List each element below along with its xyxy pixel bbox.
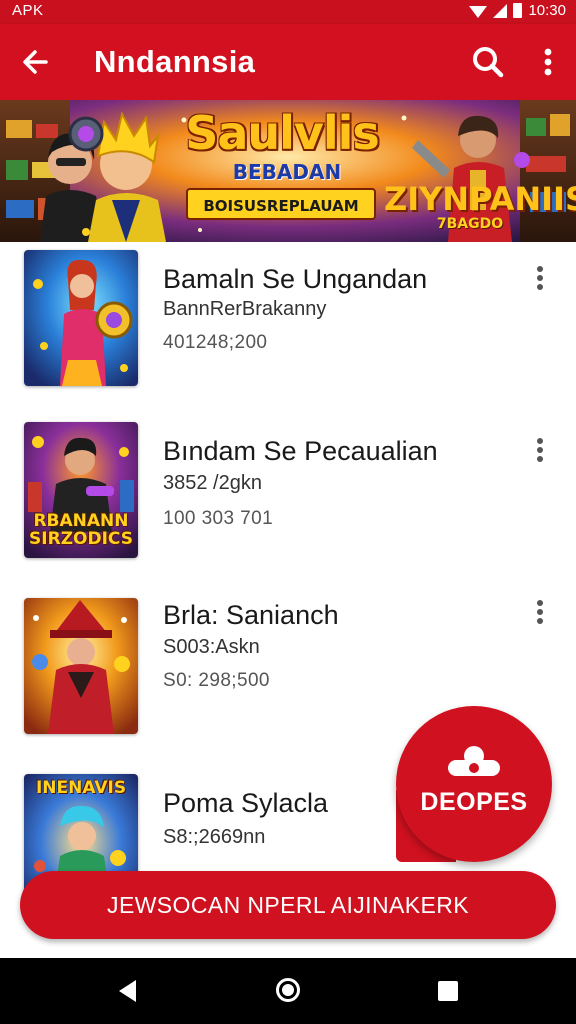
page-title: Nndannsia: [94, 44, 256, 79]
fab-label: DEOPES: [420, 788, 528, 816]
search-button[interactable]: [468, 42, 508, 82]
list-item[interactable]: Bamaln Se Ungandan BannRerBrakanny 40124…: [0, 242, 576, 412]
item-title: Poma Sylacla: [163, 788, 329, 818]
item-subtitle: S8:;2669nn: [163, 826, 266, 848]
item-title: Bamaln Se Ungandan: [163, 264, 428, 294]
more-vert-icon: [537, 438, 543, 462]
banner-right-title: ZIYNPANIIS: [384, 180, 576, 218]
item-subtitle: 3852 /2gkn: [163, 472, 262, 494]
primary-action-button[interactable]: JEWSOCAN NPERL AIJINAKERK: [20, 871, 556, 939]
nav-home-icon: [276, 978, 300, 1002]
nav-recents-button[interactable]: [437, 980, 459, 1002]
thumbnail-title: INENAVIS: [35, 778, 127, 798]
promo-banner[interactable]: Saulvlis BEBADAN BOISUSREPLAUAM ZIYNPANI…: [0, 100, 576, 242]
item-subtitle: BannRerBrakanny: [163, 298, 327, 320]
item-meta: 100 303 701: [163, 508, 274, 529]
item-title: Brla: Sanianch: [163, 600, 339, 630]
app-thumbnail: RBANANN SIRZODICS: [24, 422, 138, 558]
app-thumbnail: [24, 250, 138, 386]
back-arrow-icon: [23, 50, 48, 74]
list-item[interactable]: RBANANN SIRZODICS Bındam Se Pecaualian 3…: [0, 414, 576, 584]
nav-back-button[interactable]: [116, 978, 140, 1004]
thumbnail-title: RBANANN SIRZODICS: [29, 512, 133, 548]
banner-title: Saulvlis: [185, 106, 380, 160]
item-meta: S0: 298;500: [163, 670, 270, 691]
floating-action-button[interactable]: [396, 706, 552, 862]
app-thumbnail: [24, 598, 138, 734]
thumbnail-artwork: [24, 598, 138, 734]
more-vert-icon: [537, 266, 543, 290]
nav-back-icon: [119, 980, 136, 1002]
status-bar: APK 10:30: [0, 0, 576, 24]
item-menu-button[interactable]: [526, 432, 554, 468]
more-vert-icon: [544, 48, 552, 76]
banner-subtitle: BEBADAN: [232, 160, 342, 184]
item-title: Bındam Se Pecaualian: [163, 436, 438, 466]
more-vert-icon: [537, 600, 543, 624]
wifi-icon: [469, 5, 488, 18]
overflow-menu-button[interactable]: [530, 42, 566, 82]
status-time: 10:30: [528, 2, 566, 19]
app-bar: Nndannsia: [0, 24, 576, 100]
banner-ribbon: BOISUSREPLAUAM: [186, 188, 376, 220]
back-button[interactable]: [16, 42, 56, 82]
person-badge-icon: [448, 746, 500, 776]
nav-home-button[interactable]: [275, 977, 301, 1003]
item-subtitle: S003:Askn: [163, 636, 260, 658]
search-icon: [473, 47, 504, 78]
signal-icon: [493, 3, 508, 18]
item-meta: 401248;200: [163, 332, 268, 353]
banner-right-subtitle: 7BAGDO: [436, 216, 504, 232]
system-nav-bar: [0, 958, 576, 1024]
thumbnail-artwork: [24, 250, 138, 386]
status-left-text: APK: [12, 2, 44, 19]
nav-recents-icon: [438, 981, 458, 1001]
item-menu-button[interactable]: [526, 594, 554, 630]
battery-icon: [513, 3, 523, 18]
status-icons: 10:30: [469, 2, 566, 19]
item-menu-button[interactable]: [526, 260, 554, 296]
